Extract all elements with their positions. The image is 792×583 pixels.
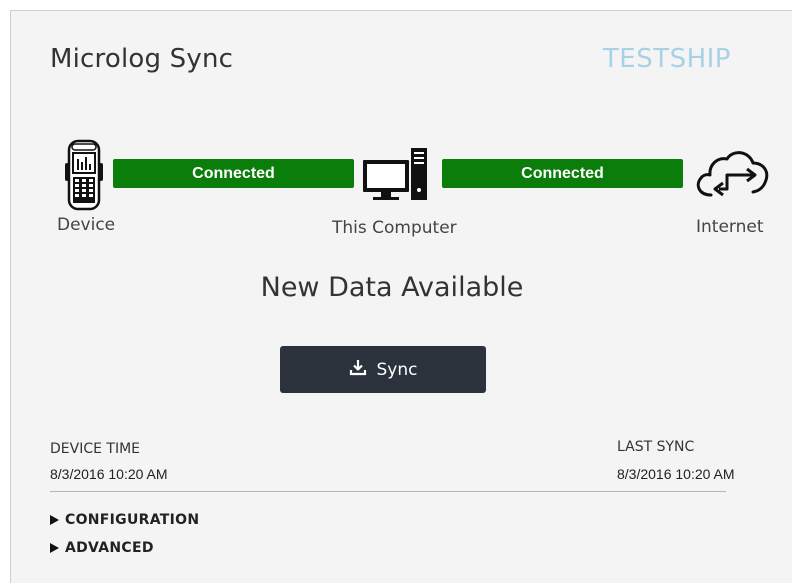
cloud-sync-icon xyxy=(693,145,771,213)
sync-button-label: Sync xyxy=(376,359,418,380)
internet-label: Internet xyxy=(696,217,764,237)
configuration-section-toggle[interactable]: CONFIGURATION xyxy=(50,512,199,528)
computer-label: This Computer xyxy=(332,218,457,238)
triangle-right-icon xyxy=(50,543,59,553)
configuration-label: CONFIGURATION xyxy=(65,512,200,528)
device-time-label: DEVICE TIME xyxy=(50,441,141,457)
device-label: Device xyxy=(57,215,116,235)
sync-button[interactable]: Sync xyxy=(280,346,486,393)
triangle-right-icon xyxy=(50,515,59,525)
device-time-value: 8/3/2016 10:20 AM xyxy=(50,466,168,482)
internet-connection-status: Connected xyxy=(442,159,683,188)
download-icon xyxy=(349,358,367,381)
divider xyxy=(50,491,726,492)
advanced-section-toggle[interactable]: ADVANCED xyxy=(50,540,154,556)
advanced-label: ADVANCED xyxy=(65,540,154,556)
last-sync-label: LAST SYNC xyxy=(617,439,695,455)
app-title: Microlog Sync xyxy=(50,44,234,74)
handheld-scanner-icon xyxy=(61,139,107,211)
last-sync-value: 8/3/2016 10:20 AM xyxy=(617,466,735,482)
data-status-heading: New Data Available xyxy=(260,272,524,303)
desktop-computer-icon xyxy=(361,146,431,202)
ship-name: TESTSHIP xyxy=(602,44,731,74)
sync-window: Microlog Sync TESTSHIP Connected Connect… xyxy=(10,10,792,583)
device-connection-status: Connected xyxy=(113,159,354,188)
